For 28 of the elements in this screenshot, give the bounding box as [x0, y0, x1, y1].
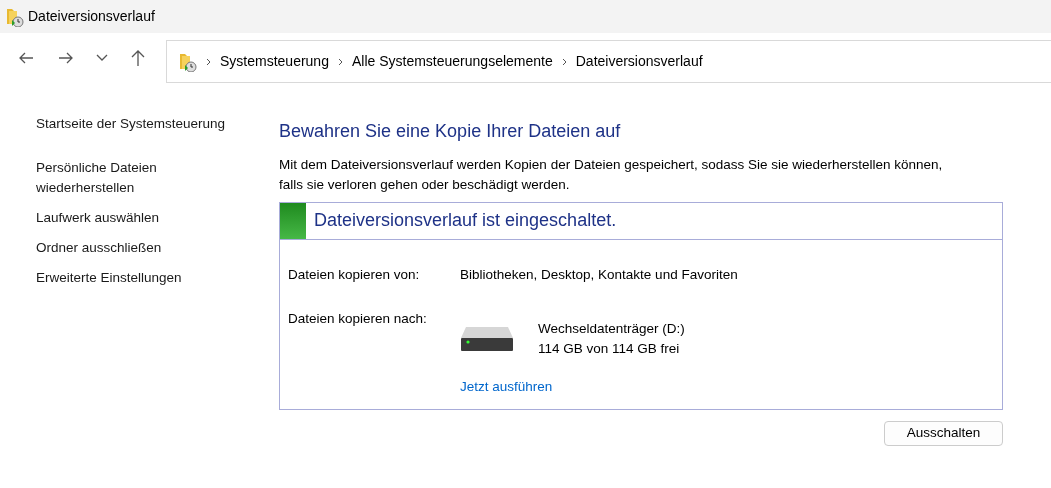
- turn-off-button[interactable]: Ausschalten: [884, 421, 1003, 447]
- chevron-down-icon: [96, 54, 108, 63]
- field-label: Dateien kopieren nach:: [288, 309, 428, 328]
- drive-name: Wechseldatenträger (D:): [538, 319, 685, 338]
- breadcrumb-item[interactable]: Dateiversionsverlauf: [575, 51, 703, 72]
- window-title: Dateiversionsverlauf: [28, 7, 155, 26]
- page-heading: Bewahren Sie eine Kopie Ihrer Dateien auf: [279, 121, 622, 143]
- sidebar-link[interactable]: Persönliche Dateien wiederherstellen: [36, 158, 244, 198]
- address-bar[interactable]: Systemsteuerung Alle Systemsteuerungselemente Dateiversionsverlauf: [166, 40, 1051, 83]
- field-label: Dateien kopieren von:: [288, 265, 421, 284]
- field-value: Bibliotheken, Desktop, Kontakte und Favoriten: [460, 265, 738, 284]
- chevron-icon: [337, 57, 343, 66]
- sidebar-link[interactable]: Erweiterte Einstellungen: [36, 268, 244, 288]
- breadcrumb-item[interactable]: Systemsteuerung: [220, 51, 329, 72]
- description-text: Mit dem Dateiversionsverlauf werden Kopien der Dateien gespeichert, sodass Sie sie wiederherstellen können, falls sie verloren gehen oder beschädigt werden.: [279, 155, 944, 194]
- chevron-icon: [206, 57, 211, 66]
- up-arrow-icon: [130, 49, 146, 68]
- folder-clock-icon: [179, 51, 197, 72]
- chevron-icon: [561, 57, 567, 66]
- status-title: Dateiversionsverlauf ist eingeschaltet.: [314, 209, 617, 232]
- sidebar-link[interactable]: Laufwerk auswählen: [36, 208, 244, 228]
- folder-clock-icon: [6, 6, 24, 27]
- breadcrumb-item[interactable]: Alle Systemsteuerungselemente: [351, 51, 553, 72]
- sidebar-link[interactable]: Ordner ausschließen: [36, 238, 244, 258]
- run-now-link[interactable]: Jetzt ausführen: [460, 376, 553, 398]
- drive-icon: [460, 325, 514, 352]
- drive-space: 114 GB von 114 GB frei: [538, 339, 681, 358]
- sidebar-link[interactable]: Startseite der Systemsteuerung: [36, 114, 244, 134]
